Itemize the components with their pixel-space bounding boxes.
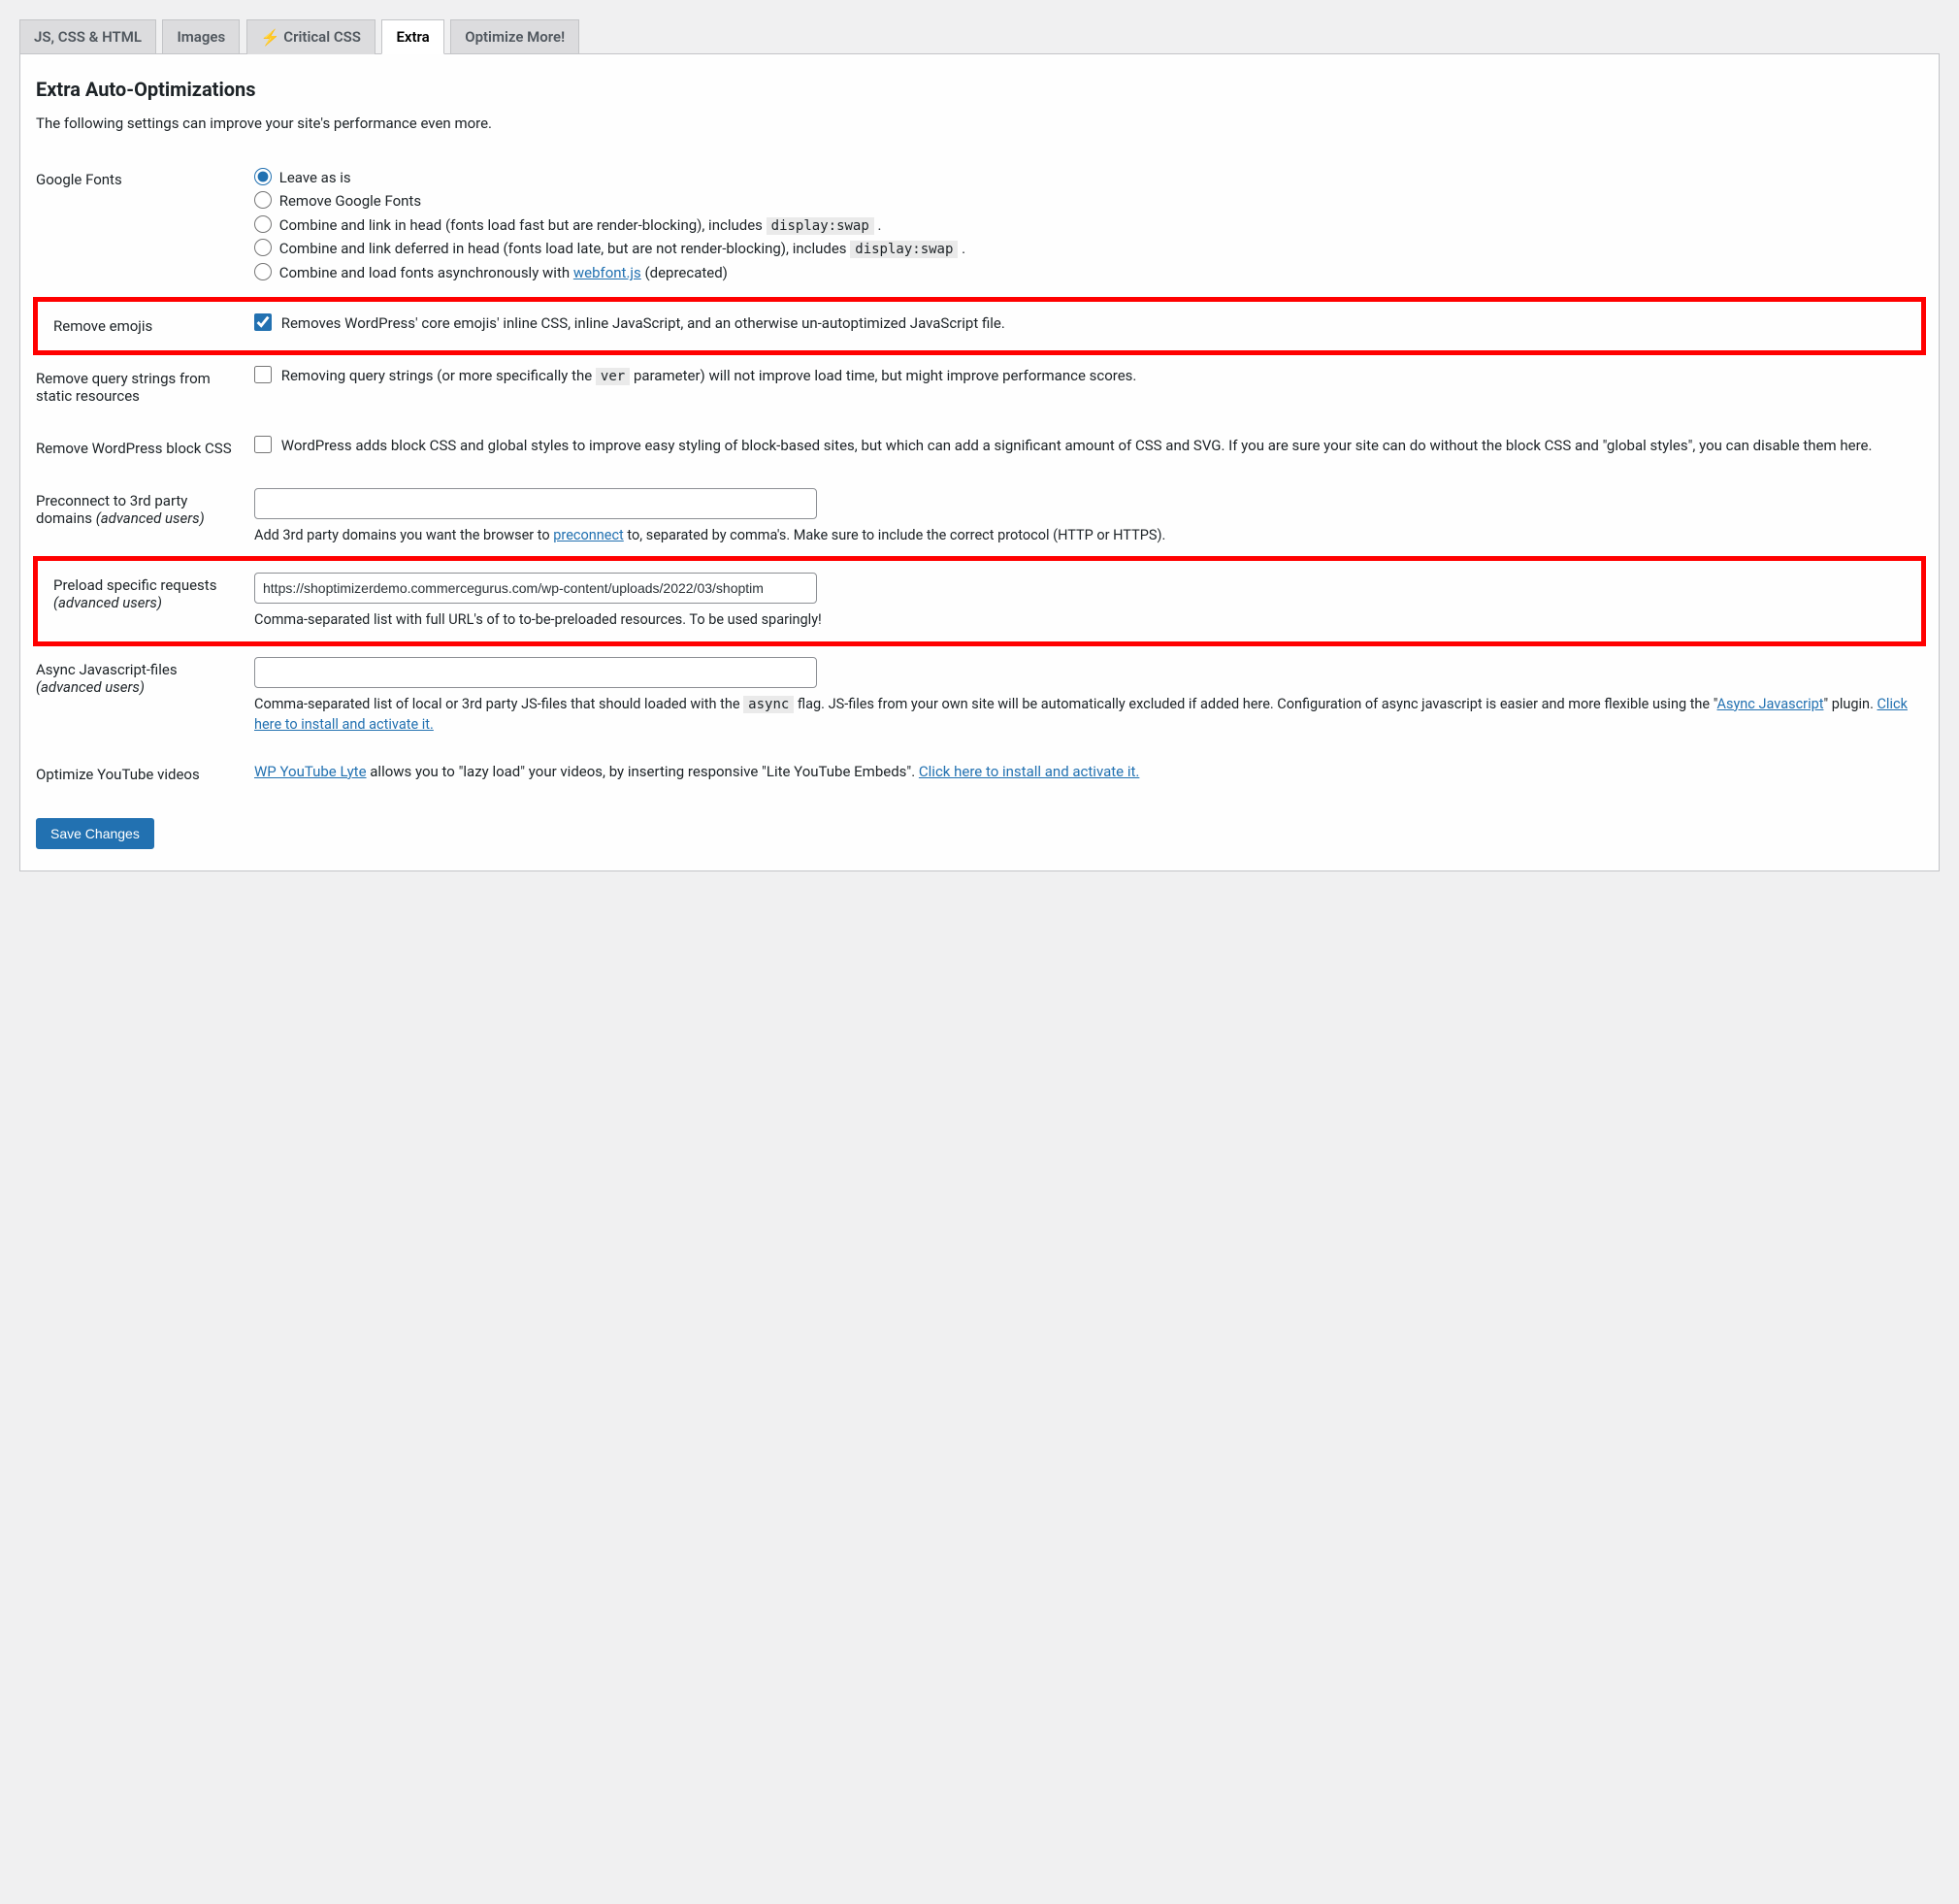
preload-input[interactable] (254, 573, 817, 604)
gf-option-remove[interactable]: Remove Google Fonts (254, 190, 1923, 213)
gf-option-combine-deferred[interactable]: Combine and link deferred in head (fonts… (254, 238, 1923, 262)
row-remove-query-strings: Remove query strings from static resourc… (36, 352, 1923, 422)
preconnect-input[interactable] (254, 488, 817, 519)
webfontjs-link[interactable]: webfont.js (573, 264, 641, 281)
remove-block-css-checkbox[interactable] (254, 436, 272, 453)
tab-jscsshtml[interactable]: JS, CSS & HTML (19, 19, 156, 53)
preconnect-help: Add 3rd party domains you want the brows… (254, 525, 1923, 545)
row-youtube: Optimize YouTube videos WP YouTube Lyte … (36, 748, 1923, 801)
row-remove-block-css: Remove WordPress block CSS WordPress add… (36, 422, 1923, 475)
save-button[interactable]: Save Changes (36, 818, 154, 849)
code-display-swap-2: display:swap (850, 241, 958, 258)
remove-query-option[interactable]: Removing query strings (or more specific… (254, 367, 1136, 384)
youtube-help: WP YouTube Lyte allows you to "lazy load… (254, 762, 1923, 783)
async-js-plugin-link[interactable]: Async Javascript (1717, 696, 1824, 712)
row-google-fonts: Google Fonts Leave as is Remove Google F… (36, 153, 1923, 300)
tab-optimizemore[interactable]: Optimize More! (450, 19, 579, 53)
preconnect-link[interactable]: preconnect (553, 527, 624, 543)
tab-images[interactable]: Images (162, 19, 240, 53)
youtube-install-link[interactable]: Click here to install and activate it. (919, 763, 1139, 780)
label-remove-block-css: Remove WordPress block CSS (36, 422, 254, 475)
gf-radio-combine-deferred[interactable] (254, 239, 272, 256)
remove-query-checkbox[interactable] (254, 366, 272, 383)
section-title: Extra Auto-Optimizations (36, 78, 1923, 101)
row-async-js: Async Javascript-files (advanced users) … (36, 643, 1923, 748)
row-remove-emojis: Remove emojis Removes WordPress' core em… (36, 300, 1923, 352)
label-remove-query-strings: Remove query strings from static resourc… (36, 352, 254, 422)
row-preload: Preload specific requests (advanced user… (36, 559, 1923, 643)
code-ver: ver (596, 368, 630, 385)
section-desc: The following settings can improve your … (36, 115, 1923, 132)
gf-radio-remove[interactable] (254, 191, 272, 209)
remove-emojis-option[interactable]: Removes WordPress' core emojis' inline C… (254, 314, 1005, 332)
label-async-js: Async Javascript-files (advanced users) (36, 643, 254, 748)
gf-option-leave[interactable]: Leave as is (254, 167, 1923, 190)
async-js-help: Comma-separated list of local or 3rd par… (254, 694, 1923, 735)
code-async: async (743, 696, 794, 713)
label-youtube: Optimize YouTube videos (36, 748, 254, 801)
remove-emojis-checkbox[interactable] (254, 313, 272, 331)
label-preconnect: Preconnect to 3rd party domains (advance… (36, 475, 254, 559)
gf-radio-async[interactable] (254, 263, 272, 280)
gf-radio-leave[interactable] (254, 168, 272, 185)
code-display-swap-1: display:swap (767, 217, 874, 235)
tab-criticalcss-label: Critical CSS (283, 28, 361, 46)
gf-option-async[interactable]: Combine and load fonts asynchronously wi… (254, 262, 1923, 285)
tab-criticalcss[interactable]: ⚡ Critical CSS (246, 19, 375, 54)
tab-extra[interactable]: Extra (381, 19, 443, 54)
label-preload: Preload specific requests (advanced user… (36, 559, 254, 643)
label-remove-emojis: Remove emojis (36, 300, 254, 352)
preload-help: Comma-separated list with full URL's of … (254, 609, 1913, 630)
tab-bar: JS, CSS & HTML Images ⚡ Critical CSS Ext… (19, 19, 1940, 54)
settings-panel: Extra Auto-Optimizations The following s… (19, 54, 1940, 871)
gf-radio-combine-head[interactable] (254, 215, 272, 233)
gf-option-combine-head[interactable]: Combine and link in head (fonts load fas… (254, 214, 1923, 239)
bolt-icon: ⚡ (261, 28, 280, 47)
wp-youtube-lyte-link[interactable]: WP YouTube Lyte (254, 763, 367, 780)
remove-block-css-option[interactable]: WordPress adds block CSS and global styl… (254, 437, 1872, 454)
row-preconnect: Preconnect to 3rd party domains (advance… (36, 475, 1923, 559)
label-google-fonts: Google Fonts (36, 153, 254, 300)
async-js-input[interactable] (254, 657, 817, 688)
